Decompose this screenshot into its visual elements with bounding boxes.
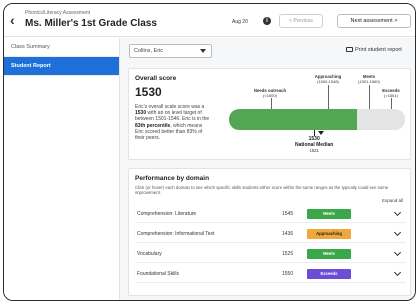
domain-score: 1550: [282, 271, 294, 277]
info-icon[interactable]: i: [263, 17, 271, 25]
domain-status-badge: Meets: [307, 249, 351, 259]
desc-score: 1530: [135, 110, 147, 117]
desc-text-1: Eric's overall scale score was a: [135, 104, 205, 110]
domain-score: 1525: [282, 251, 294, 257]
exceeds-tick: [391, 98, 392, 109]
score-marker-icon: [317, 131, 324, 135]
assessment-date: Aug 20: [232, 19, 248, 25]
overall-score-card: Overall score 1530 Eric's overall scale …: [128, 68, 411, 160]
domain-status-badge: Meets: [307, 209, 351, 219]
desc-text-2: with an on level target of between 1501-…: [135, 110, 210, 123]
overall-score-title: Overall score: [135, 75, 177, 82]
domain-status-badge: Exceeds: [307, 269, 351, 279]
chevron-down-icon[interactable]: [393, 268, 402, 277]
sidebar-item-class-summary[interactable]: Class Summary: [4, 38, 119, 57]
page-title: Ms. Miller's 1st Grade Class: [25, 18, 157, 29]
chevron-down-icon[interactable]: [393, 208, 402, 217]
next-assessment-button[interactable]: Next assessment >: [337, 14, 411, 28]
domain-score: 1436: [282, 231, 294, 237]
print-label: Print student report: [355, 47, 402, 53]
national-median-value: 1521: [309, 148, 319, 153]
score-bar-fill: [229, 109, 358, 130]
needs-outreach-tick: [271, 98, 272, 109]
score-bar-track: [229, 109, 405, 130]
overall-score-value: 1530: [135, 85, 162, 99]
domain-name: Comprehension: Informational Text: [137, 231, 215, 237]
assessment-subtitle: Phonics/Literacy Assessment: [25, 10, 91, 16]
printer-icon: [346, 47, 353, 52]
chevron-down-icon[interactable]: [393, 228, 402, 237]
domain-section-title: Performance by domain: [135, 175, 210, 182]
exceeds-range: (>1561): [384, 92, 398, 98]
main-content: Collins, Eric Print student report Overa…: [120, 38, 415, 300]
back-arrow-icon[interactable]: ‹: [10, 12, 20, 28]
sidebar: Class Summary Student Report: [4, 38, 120, 300]
domain-name: Comprehension: Literature: [137, 211, 197, 217]
domain-row[interactable]: Comprehension: Literature 1545 Meets: [135, 205, 406, 223]
needs-outreach-range: (<1500): [263, 92, 277, 98]
needs-outreach-label: Needs outreach (<1500): [253, 88, 287, 98]
meets-label: Meets (1501-1560): [351, 74, 387, 84]
app-header: ‹ Phonics/Literacy Assessment Ms. Miller…: [4, 4, 415, 37]
national-median-label: 1530 National Median 1521: [294, 136, 334, 154]
meets-tick: [369, 85, 370, 109]
exceeds-label: Exceeds (>1561): [375, 88, 407, 98]
domain-row[interactable]: Vocabulary 1525 Meets: [135, 245, 406, 263]
sidebar-item-student-report[interactable]: Student Report: [4, 57, 119, 76]
domain-section-description: Click (or hover) each domain to see whic…: [135, 185, 389, 196]
approaching-range: (1500-1548): [317, 78, 339, 84]
desc-percentile: 83th percentile: [135, 122, 171, 129]
print-student-report-button[interactable]: Print student report: [346, 47, 402, 53]
chevron-down-icon[interactable]: [393, 248, 402, 257]
performance-by-domain-card: Performance by domain Click (or hover) e…: [128, 168, 411, 296]
domain-row[interactable]: Comprehension: Informational Text 1436 A…: [135, 225, 406, 243]
approaching-tick: [328, 85, 329, 109]
previous-button[interactable]: < Previous: [279, 14, 323, 28]
domain-row[interactable]: Foundational Skills 1550 Exceeds: [135, 265, 406, 283]
student-dropdown[interactable]: Collins, Eric: [129, 44, 212, 58]
domain-status-badge: Approaching: [307, 229, 351, 239]
domain-score: 1545: [282, 211, 294, 217]
domain-name: Foundational Skills: [137, 271, 179, 277]
score-range-bar: Needs outreach (<1500) Approaching (1500-1…: [225, 74, 408, 159]
approaching-label: Approaching (1500-1548): [307, 74, 349, 84]
chevron-down-icon: [200, 49, 206, 53]
overall-score-description: Eric's overall scale score was a 1530 wi…: [135, 104, 211, 141]
student-dropdown-value: Collins, Eric: [134, 48, 164, 54]
meets-range: (1501-1560): [358, 78, 380, 84]
expand-all-link[interactable]: Expand all: [382, 198, 403, 203]
domain-name: Vocabulary: [137, 251, 162, 257]
app-window: ‹ Phonics/Literacy Assessment Ms. Miller…: [3, 3, 416, 301]
